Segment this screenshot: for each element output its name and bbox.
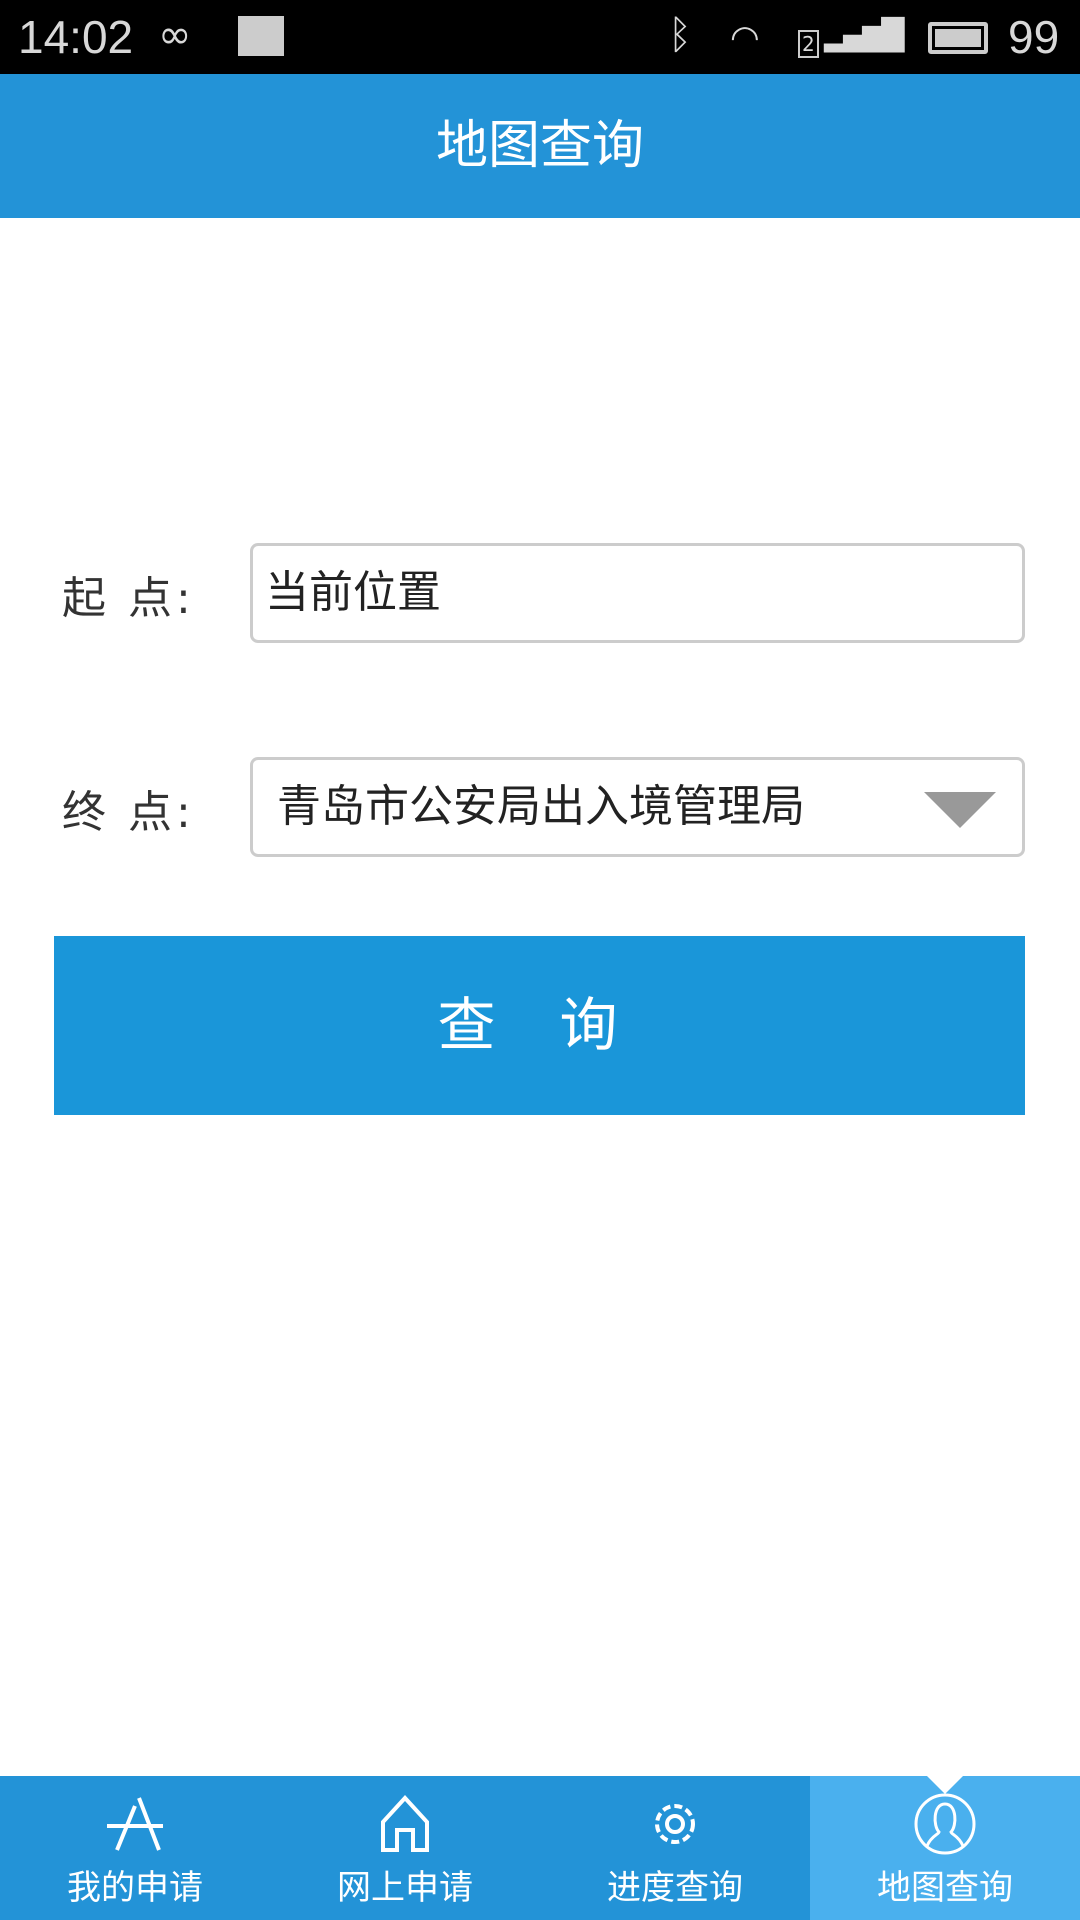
tab-online-application[interactable]: 网上申请 — [270, 1776, 540, 1920]
home-icon — [381, 1795, 429, 1852]
bluetooth-icon: ᛒ — [668, 12, 692, 58]
infinity-icon: ∞ — [158, 12, 192, 58]
end-select[interactable]: 青岛市公安局出入境管理局 — [250, 757, 1025, 857]
battery-icon — [928, 22, 988, 54]
query-button[interactable]: 查 询 — [54, 936, 1025, 1115]
end-select-value: 青岛市公安局出入境管理局 — [277, 781, 805, 832]
end-label: 终 点: — [62, 787, 195, 838]
wifi-icon: ◠ — [730, 18, 760, 58]
dropdown-arrow-icon — [924, 792, 996, 828]
tab-label: 网上申请 — [337, 1868, 473, 1908]
tab-label: 地图查询 — [877, 1868, 1013, 1908]
gear-icon — [655, 1804, 695, 1844]
image-icon — [238, 16, 284, 56]
clock: 14:02 — [18, 11, 134, 63]
status-bar: 14:02 ∞ ᛒ ◠ 2 ▂▄▆█ 4G LTE 99 — [0, 0, 1080, 74]
tab-label: 进度查询 — [607, 1868, 743, 1908]
network-type: 4G LTE — [880, 19, 904, 53]
sim-icon: 2 — [798, 30, 819, 58]
start-input[interactable]: 当前位置 — [250, 543, 1025, 643]
bottom-nav: 我的申请 网上申请 进度查询 地图查询 — [0, 1776, 1080, 1920]
tab-my-applications[interactable]: 我的申请 — [0, 1776, 270, 1920]
user-icon — [914, 1793, 976, 1855]
page-title: 地图查询 — [0, 74, 1080, 218]
battery-level: 99 — [1008, 11, 1060, 63]
app-store-icon — [107, 1797, 163, 1851]
start-label: 起 点: — [62, 573, 195, 624]
active-indicator — [927, 1776, 963, 1794]
tab-map-query[interactable]: 地图查询 — [810, 1776, 1080, 1920]
tab-label: 我的申请 — [67, 1868, 203, 1908]
tab-progress-query[interactable]: 进度查询 — [540, 1776, 810, 1920]
